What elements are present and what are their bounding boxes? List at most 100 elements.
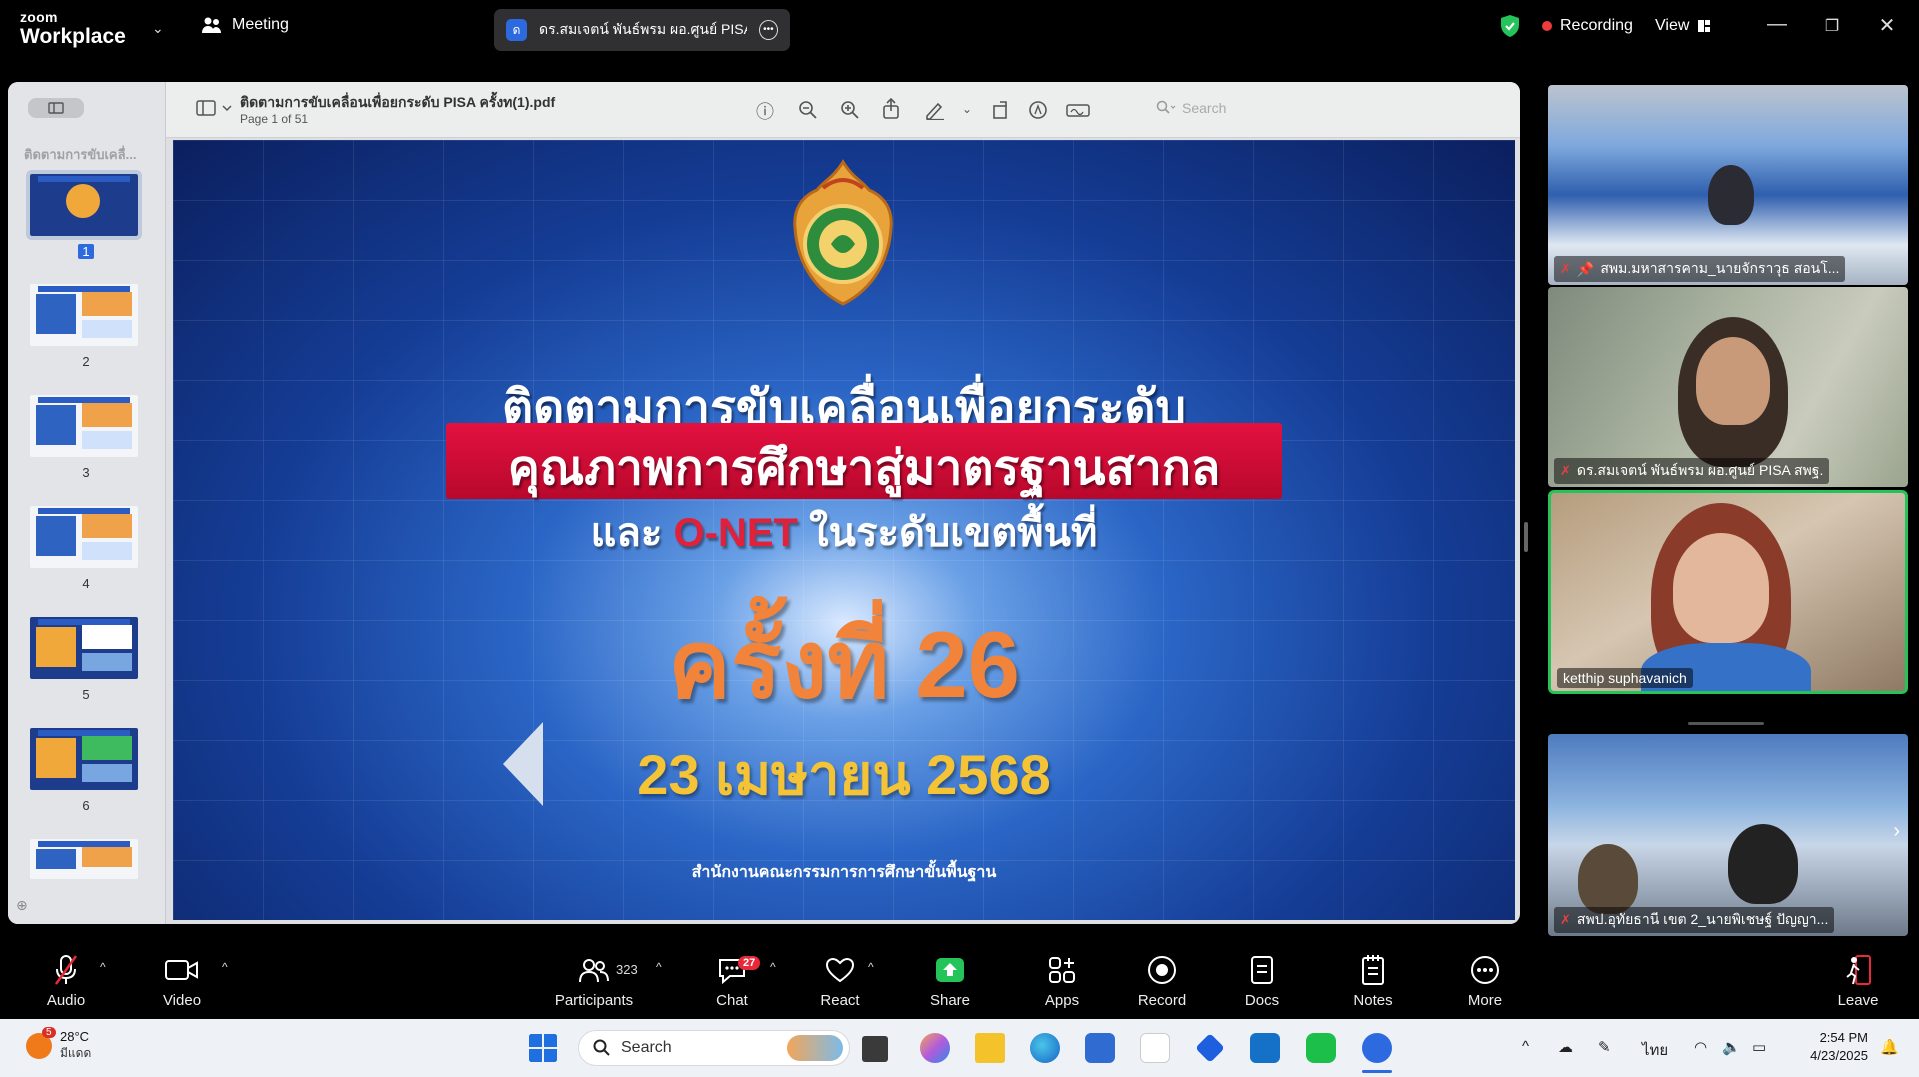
more-button[interactable]: More [1445,952,1525,1009]
chat-button[interactable]: Chat [692,952,772,1009]
video-tile[interactable]: ✗ 📌 สพม.มหาสารคาม_นายจักราวุธ สอนโ... [1548,85,1908,285]
pen-input-icon[interactable]: ✎ [1598,1038,1611,1056]
input-language[interactable]: ไทย [1642,1038,1668,1062]
thumbnail-page-6[interactable] [30,728,138,790]
react-options-caret[interactable]: ^ [868,960,874,974]
speaker-avatar: ด [506,19,527,41]
chat-options-caret[interactable]: ^ [770,960,776,974]
taskbar-search[interactable]: Search [578,1030,850,1066]
meeting-menu-button[interactable]: Meeting [202,16,289,34]
security-shield-icon[interactable] [1500,14,1520,38]
wifi-icon[interactable]: ◠ [1694,1038,1707,1056]
thumbnail-number: 1 [78,244,94,259]
windows-start-icon[interactable] [528,1033,558,1063]
thumbnail-page-3[interactable] [30,395,138,457]
weather-widget[interactable]: 5 28°C มีแดด [26,1027,91,1063]
meeting-icon [202,17,221,33]
thumbnail-page-5[interactable] [30,617,138,679]
file-explorer-icon[interactable] [975,1033,1005,1063]
line-app-icon[interactable] [1306,1033,1336,1063]
share-export-icon[interactable] [882,98,900,120]
thumbnail-page-7[interactable] [30,839,138,879]
participant-figure [1708,165,1754,225]
close-icon[interactable]: ✕ [1872,13,1902,38]
video-options-caret[interactable]: ^ [222,960,228,974]
pdf-search-field[interactable]: Search [1156,100,1226,116]
zoom-in-icon[interactable] [840,100,860,120]
record-label: Record [1137,992,1187,1009]
chevron-up-icon[interactable]: ^ [1522,1038,1529,1055]
clock-time: 2:54 PM [1819,1030,1868,1045]
chevron-down-icon[interactable]: ⌄ [152,20,164,37]
participant-name-label: ✗ 📌 สพม.มหาสารคาม_นายจักราวุธ สอนโ... [1554,256,1846,282]
system-clock[interactable]: 2:54 PM 4/23/2025 [1798,1029,1868,1065]
obec-emblem-logo [793,159,893,306]
restore-icon[interactable]: ❐ [1817,16,1847,36]
meeting-controls: Audio ^ Video ^ Participants 323 ^ Chat … [0,946,1919,1016]
docs-button[interactable]: Docs [1222,952,1302,1009]
video-tile[interactable]: › ✗ สพป.อุทัยธานี เขต 2_นายพิเชษฐ์ ปัญญา… [1548,734,1908,936]
thumbnail-page-4[interactable] [30,506,138,568]
share-screen-icon [936,958,964,982]
add-page-icon[interactable]: ⊕ [16,897,28,914]
participants-button[interactable]: Participants [554,952,634,1009]
chevron-right-icon[interactable]: › [1893,820,1900,843]
sidebar-view-toggle[interactable] [28,98,84,118]
amazon-icon[interactable] [1140,1033,1170,1063]
record-button[interactable]: Record [1122,952,1202,1009]
thumbnail-page-2[interactable] [30,284,138,346]
more-icon[interactable]: ••• [758,20,778,40]
gallery-page-divider[interactable] [1688,722,1764,725]
video-button[interactable]: Video [142,952,222,1009]
leave-door-icon [1846,955,1871,985]
active-speaker-pill[interactable]: ด ดร.สมเจตน์ พันธ์พรม ผอ.ศูนย์ PISA ส ••… [494,9,790,51]
audio-options-caret[interactable]: ^ [100,960,106,974]
zoom-app-icon[interactable] [1362,1033,1392,1063]
volume-icon[interactable]: 🔈 [1722,1038,1741,1056]
info-icon[interactable]: ⓘ [756,98,774,124]
zoom-workplace-logo[interactable]: zoom Workplace [20,10,126,47]
participant-figure [1728,824,1798,904]
apps-button[interactable]: Apps [1022,952,1102,1009]
copilot-icon[interactable] [920,1033,950,1063]
sidebar-toggle-icon[interactable] [196,100,232,116]
video-tile[interactable]: ✗ ดร.สมเจตน์ พันธ์พรม ผอ.ศูนย์ PISA สพฐ. [1548,287,1908,487]
minimize-icon[interactable]: — [1762,13,1792,36]
weather-sun-icon: 5 [26,1027,56,1059]
microsoft-store-icon[interactable] [1085,1033,1115,1063]
battery-icon[interactable]: ▭ [1752,1038,1766,1056]
notes-icon [1362,955,1384,985]
zoom-out-icon[interactable] [798,100,818,120]
cloud-sync-icon[interactable]: ☁ [1558,1038,1573,1056]
search-placeholder: Search [1182,100,1227,116]
panel-resize-handle[interactable] [1524,522,1528,552]
thumbnail-page-1[interactable] [26,170,142,240]
outlook-icon[interactable] [1250,1033,1280,1063]
slide-heading-line3: และ O-NET ในระดับเขตพื้นที่ [173,500,1515,564]
sidebar-title: ติดตามการขับเคลื่... [24,147,137,162]
participant-name: สพม.มหาสารคาม_นายจักราวุธ สอนโ... [1600,260,1840,276]
leave-button[interactable]: Leave [1818,952,1898,1009]
recording-indicator[interactable]: Recording [1542,17,1633,35]
mic-muted-icon [54,955,78,985]
dropbox-icon[interactable] [1195,1033,1225,1063]
taskbar-search-label: Search [621,1039,672,1056]
share-button[interactable]: Share [910,952,990,1009]
signature-icon[interactable] [1066,102,1090,118]
notification-bell-icon[interactable]: 🔔 [1880,1038,1899,1056]
speaker-name: ดร.สมเจตน์ พันธ์พรม ผอ.ศูนย์ PISA ส [538,21,747,37]
participants-options-caret[interactable]: ^ [656,960,662,974]
edge-browser-icon[interactable] [1030,1033,1060,1063]
task-view-icon[interactable] [862,1036,888,1062]
notes-button[interactable]: Notes [1333,952,1413,1009]
brand-big: Workplace [20,25,126,48]
markup-pen-icon[interactable] [924,100,946,120]
audio-button[interactable]: Audio [26,952,106,1009]
video-tile-active-speaker[interactable]: ketthip suphavanich [1548,490,1908,694]
thumbnail-sidebar: ติดตามการขับเคลื่... 1 2 3 4 5 6 ⊕ [8,82,166,924]
chevron-down-icon[interactable]: ⌄ [962,102,972,116]
view-button[interactable]: View [1655,17,1711,35]
highlight-icon[interactable] [1028,100,1048,120]
search-highlight-image [787,1035,843,1061]
rotate-icon[interactable] [992,100,1010,120]
